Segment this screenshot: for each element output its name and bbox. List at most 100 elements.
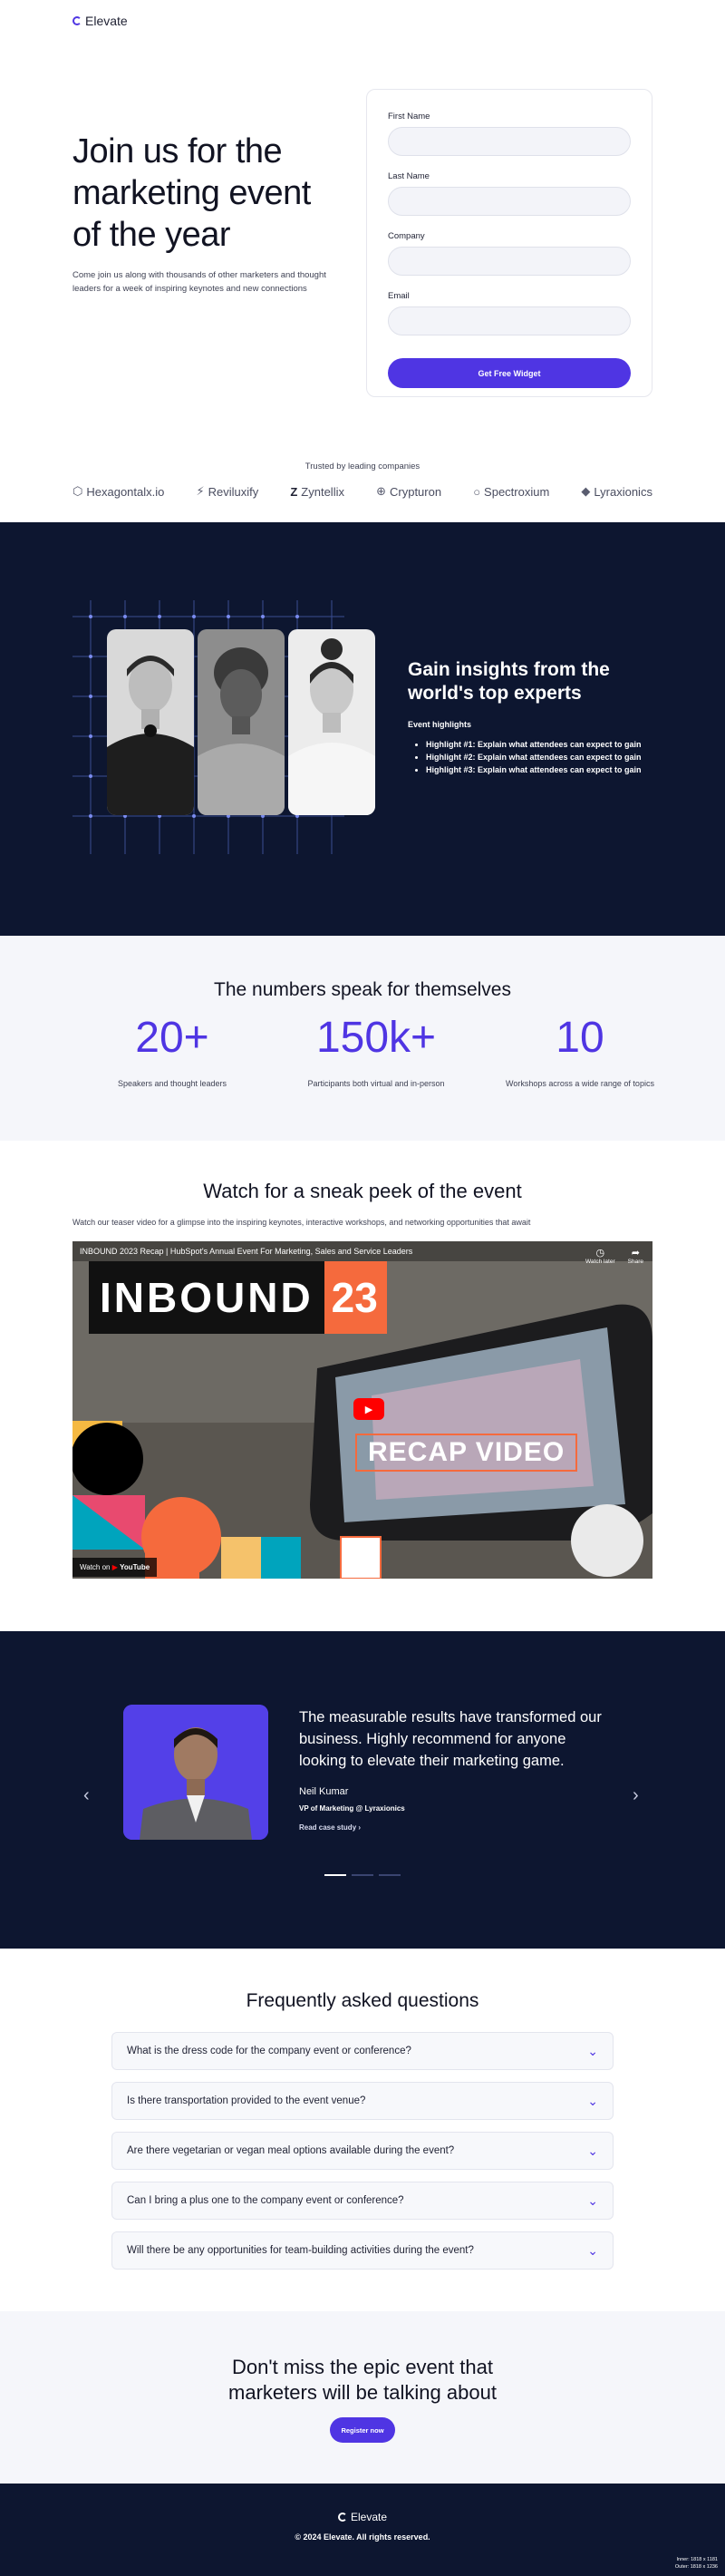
site-footer: Elevate © 2024 Elevate. All rights reser… bbox=[0, 2484, 725, 2576]
share-icon: ➦ bbox=[631, 1248, 640, 1259]
plus-circle-icon: ⊕ bbox=[376, 484, 386, 498]
carousel-dot[interactable] bbox=[324, 1874, 346, 1876]
last-name-label: Last Name bbox=[388, 171, 430, 181]
elevate-logo-icon bbox=[72, 16, 82, 25]
last-name-field: Last Name bbox=[388, 171, 631, 216]
hexagon-icon: ⬡ bbox=[72, 484, 83, 498]
faq-question: What is the dress code for the company e… bbox=[127, 2046, 411, 2056]
stat-label: Speakers and thought leaders bbox=[117, 1079, 227, 1088]
faq-section: Frequently asked questions What is the d… bbox=[0, 1949, 725, 2311]
company-logo: ⬡ Hexagontalx.io bbox=[72, 484, 164, 499]
faq-item[interactable]: What is the dress code for the company e… bbox=[111, 2032, 614, 2070]
inbound-badge: INBOUND 23 bbox=[89, 1261, 387, 1334]
stat-value: 20+ bbox=[135, 1014, 209, 1062]
faq-list: What is the dress code for the company e… bbox=[111, 2032, 614, 2270]
copyright: © 2024 Elevate. All rights reserved. bbox=[295, 2532, 430, 2542]
faq-item[interactable]: Is there transportation provided to the … bbox=[111, 2082, 614, 2120]
first-name-label: First Name bbox=[388, 112, 430, 122]
video-subtitle: Watch our teaser video for a glimpse int… bbox=[72, 1218, 531, 1227]
company-logo-name: Spectroxium bbox=[484, 484, 550, 499]
circle-icon: ○ bbox=[473, 484, 481, 499]
watch-on-label: Watch on bbox=[80, 1563, 111, 1571]
company-label: Company bbox=[388, 231, 425, 241]
company-logo-name: Lyraxionics bbox=[594, 484, 652, 499]
testimonial-section: ‹ › The measurable results have transfor… bbox=[0, 1631, 725, 1949]
signup-form: First Name Last Name Company Email Get F… bbox=[366, 89, 652, 397]
company-input[interactable] bbox=[388, 247, 631, 276]
email-input[interactable] bbox=[388, 306, 631, 335]
trusted-section: Trusted by leading companies ⬡ Hexagontal… bbox=[0, 426, 725, 522]
faq-question: Is there transportation provided to the … bbox=[127, 2095, 366, 2106]
speaker-portraits bbox=[107, 629, 375, 815]
inbound-number: 23 bbox=[324, 1261, 387, 1334]
clock-icon: ◷ bbox=[595, 1248, 605, 1259]
highlight-item: Highlight #1: Explain what attendees can… bbox=[426, 738, 662, 751]
watch-later-label: Watch later bbox=[585, 1259, 615, 1265]
insights-section: Gain insights from the world's top exper… bbox=[0, 522, 725, 936]
get-free-widget-button[interactable]: Get Free Widget bbox=[388, 358, 631, 388]
logo[interactable]: Elevate bbox=[72, 14, 128, 28]
stat-label: Participants both virtual and in-person bbox=[307, 1079, 445, 1088]
carousel-dot[interactable] bbox=[352, 1874, 373, 1876]
prev-arrow-icon[interactable]: ‹ bbox=[83, 1785, 90, 1806]
play-button[interactable]: ▶ bbox=[353, 1398, 384, 1420]
testimonial-name: Neil Kumar bbox=[299, 1786, 349, 1797]
register-now-button[interactable]: Register now bbox=[330, 2417, 395, 2443]
stat-value: 10 bbox=[556, 1014, 604, 1062]
first-name-input[interactable] bbox=[388, 127, 631, 156]
chevron-down-icon: ⌄ bbox=[587, 2143, 598, 2158]
company-field: Company bbox=[388, 231, 631, 276]
diamond-icon: ◆ bbox=[581, 484, 591, 498]
company-logo-name: Hexagontalx.io bbox=[86, 484, 165, 499]
recap-video-label: RECAP VIDEO bbox=[355, 1434, 578, 1472]
hero-copy: Join us for the marketing event of the y… bbox=[72, 89, 344, 426]
chevron-down-icon: ⌄ bbox=[587, 2093, 598, 2108]
video-player-title[interactable]: INBOUND 2023 Recap | HubSpot's Annual Ev… bbox=[80, 1247, 412, 1256]
speaker-photo bbox=[107, 629, 194, 815]
first-name-field: First Name bbox=[388, 112, 631, 156]
cta-title-line: Don't miss the epic event that bbox=[232, 2356, 493, 2378]
company-logo-name: Crypturon bbox=[390, 484, 442, 499]
chevron-right-icon: › bbox=[358, 1823, 362, 1832]
video-player[interactable]: INBOUND 2023 Recap | HubSpot's Annual Ev… bbox=[72, 1241, 652, 1579]
company-logos: ⬡ Hexagontalx.io ⚡ Reviluxify Z Zyntellix ⊕… bbox=[0, 484, 725, 499]
faq-question: Will there be any opportunities for team… bbox=[127, 2245, 474, 2256]
faq-item[interactable]: Will there be any opportunities for team… bbox=[111, 2231, 614, 2270]
footer-logo[interactable]: Elevate bbox=[0, 2484, 725, 2523]
chevron-down-icon: ⌄ bbox=[587, 2043, 598, 2058]
testimonial-avatar bbox=[123, 1705, 268, 1840]
stat-item: 150k+ Participants both virtual and in-p… bbox=[295, 1010, 458, 1088]
highlight-item: Highlight #3: Explain what attendees can… bbox=[426, 763, 662, 776]
company-logo: ◆ Lyraxionics bbox=[581, 484, 652, 499]
hero-section: Join us for the marketing event of the y… bbox=[0, 42, 725, 426]
company-logo: ⚡ Reviluxify bbox=[196, 484, 258, 499]
last-name-input[interactable] bbox=[388, 187, 631, 216]
carousel-dot[interactable] bbox=[379, 1874, 401, 1876]
chevron-down-icon: ⌄ bbox=[587, 2192, 598, 2208]
watch-on-youtube[interactable]: Watch on ▶ YouTube bbox=[72, 1558, 158, 1577]
dimension-line: Inner: 1818 x 1181 bbox=[676, 2557, 718, 2562]
faq-item[interactable]: Can I bring a plus one to the company ev… bbox=[111, 2182, 614, 2220]
stat-item: 10 Workshops across a wide range of topi… bbox=[498, 1010, 662, 1088]
play-icon: ▶ bbox=[364, 1404, 373, 1415]
video-title: Watch for a sneak peek of the event bbox=[203, 1180, 522, 1202]
chevron-down-icon: ⌄ bbox=[587, 2242, 598, 2258]
elevate-logo-icon bbox=[337, 2513, 347, 2522]
company-logo-name: Reviluxify bbox=[208, 484, 259, 499]
stat-item: 20+ Speakers and thought leaders bbox=[91, 1010, 254, 1088]
watch-later-button[interactable]: ◷ Watch later bbox=[585, 1247, 615, 1265]
faq-item[interactable]: Are there vegetarian or vegan meal optio… bbox=[111, 2132, 614, 2170]
trusted-title: Trusted by leading companies bbox=[304, 462, 420, 471]
z-icon: Z bbox=[290, 484, 298, 499]
stats-row: 20+ Speakers and thought leaders 150k+ P… bbox=[0, 1010, 725, 1088]
stats-section: The numbers speak for themselves 20+ Spe… bbox=[0, 936, 725, 1141]
read-case-study-link[interactable]: Read case study › bbox=[299, 1823, 361, 1832]
share-button[interactable]: ➦ Share bbox=[628, 1247, 643, 1265]
dimension-readout: Inner: 1818 x 1181 Outer: 1818 x 1236 bbox=[675, 2556, 718, 2571]
video-title-bar: INBOUND 2023 Recap | HubSpot's Annual Ev… bbox=[72, 1241, 652, 1261]
email-field: Email bbox=[388, 291, 631, 335]
event-highlights-label: Event highlights bbox=[408, 720, 472, 729]
footer-logo-text: Elevate bbox=[350, 2511, 388, 2523]
next-arrow-icon[interactable]: › bbox=[633, 1785, 639, 1806]
email-label: Email bbox=[388, 291, 410, 301]
